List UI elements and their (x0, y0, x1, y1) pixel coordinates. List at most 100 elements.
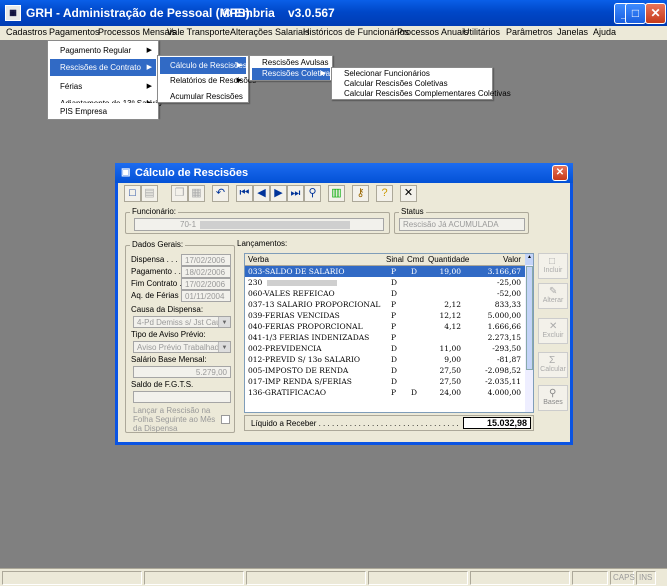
key-icon[interactable]: ⚷ (352, 185, 369, 202)
undo-icon[interactable]: ↶ (212, 185, 229, 202)
table-row[interactable]: 037-13 SALARIO PROPORCIONAL P 2,12 833,33 (245, 299, 525, 310)
cell-valor: -2.035,11 (485, 377, 521, 386)
cell-valor: 3.166,67 (487, 267, 521, 276)
causa-label: Causa da Dispensa: (131, 305, 204, 314)
alterar-button[interactable]: ✎ Alterar (538, 283, 568, 309)
copy-icon[interactable]: ❐ (171, 185, 188, 202)
lancar-checkbox[interactable] (221, 415, 230, 424)
cell-valor: 833,33 (494, 300, 521, 309)
cell-qtd: 27,50 (439, 377, 461, 386)
menu-item-rescisoes-contrato[interactable]: Rescisões de Contrato ▶ (50, 59, 156, 76)
menu-item-rescisoes-coletivas[interactable]: Rescisões Coletivas ▶ (252, 68, 334, 80)
menu-janelas[interactable]: Janelas (557, 27, 588, 37)
menu-item-calcular-complementares[interactable]: Calcular Rescisões Complementares Coleti… (334, 89, 511, 99)
menu-processos-anuais[interactable]: Processos Anuais (397, 27, 469, 37)
pagamento-field[interactable]: 18/02/2006 (181, 266, 231, 278)
scroll-thumb[interactable] (526, 266, 533, 370)
table-row[interactable]: 230 D -25,00 (245, 277, 525, 288)
col-cmd[interactable]: Cmd (407, 255, 424, 264)
table-row[interactable]: 136-GRATIFICACAO P D 24,00 4.000,00 (245, 387, 525, 398)
cell-cmd: D (411, 267, 418, 276)
new-icon[interactable]: □ (124, 185, 141, 202)
first-icon[interactable]: ⏮ (236, 185, 253, 202)
scroll-up-icon[interactable]: ▲ (525, 254, 533, 265)
cell-sinal: P (391, 300, 397, 309)
bases-button[interactable]: ⚲ Bases (538, 385, 568, 411)
menu-vale-transporte[interactable]: Vale Transporte (167, 27, 230, 37)
status-panel (246, 571, 366, 585)
menu-item-pis-empresa[interactable]: PIS Empresa (50, 103, 156, 120)
menu-item-selecionar-funcionarios[interactable]: Selecionar Funcionários (334, 69, 490, 79)
paste-icon[interactable]: ▦ (188, 185, 205, 202)
table-row[interactable]: 002-PREVIDENCIA D 11,00 -293,50 (245, 343, 525, 354)
status-panel (2, 571, 142, 585)
calculo-rescisoes-dialog: ▣ Cálculo de Rescisões ✕ □ ▤ ❐ ▦ ↶ ⏮ ◀ ▶… (115, 163, 573, 445)
causa-dropdown[interactable]: 4-Pd Demiss s/ Jst Causa ▼ (133, 316, 231, 328)
col-sinal[interactable]: Sinal (386, 255, 404, 264)
menu-pagamentos[interactable]: Pagamentos (49, 27, 100, 37)
fim-contrato-field[interactable]: 17/02/2006 (181, 278, 231, 290)
menu-cadastros[interactable]: Cadastros (6, 27, 47, 37)
excluir-button[interactable]: ✕ Excluir (538, 318, 568, 344)
fgts-field[interactable] (133, 391, 231, 403)
cell-verba: 136-GRATIFICACAO (248, 388, 327, 397)
status-bar: CAPS INS (0, 568, 667, 586)
cell-verba: 037-13 SALARIO PROPORCIONAL (248, 300, 381, 309)
lancamentos-label: Lançamentos: (235, 239, 290, 248)
col-valor[interactable]: Valor (503, 255, 521, 264)
menu-item-ferias[interactable]: Férias ▶ (50, 78, 156, 95)
calcular-button[interactable]: Σ Calcular (538, 352, 568, 378)
next-icon[interactable]: ▶ (270, 185, 287, 202)
menu-utilitarios[interactable]: Utilitários (463, 27, 500, 37)
find-icon[interactable]: ⚲ (304, 185, 321, 202)
table-row[interactable]: 039-FERIAS VENCIDAS P 12,12 5.000,00 (245, 310, 525, 321)
grh-app-icon[interactable]: ▦ (5, 5, 21, 21)
menu-ajuda[interactable]: Ajuda (593, 27, 616, 37)
table-row[interactable]: 017-IMP RENDA S/FERIAS D 27,50 -2.035,11 (245, 376, 525, 387)
new-icon: □ (549, 256, 556, 267)
menu-parametros[interactable]: Parâmetros (506, 27, 553, 37)
aq-ferias-field[interactable]: 01/11/2004 (181, 290, 231, 302)
salario-field[interactable]: 5.279,00 (133, 366, 231, 378)
maximize-button[interactable]: □ (625, 3, 646, 24)
cell-verba: 060-VALES REFEICAO (248, 289, 335, 298)
calculator-icon[interactable]: ▥ (328, 185, 345, 202)
table-row[interactable]: 012-PREVID S/ 13o SALARIO D 9,00 -81,87 (245, 354, 525, 365)
menu-alteracoes-salariais[interactable]: Alterações Salariais (230, 27, 310, 37)
menu-historicos[interactable]: Históricos de Funcionários (303, 27, 409, 37)
funcionario-field[interactable]: 70-1 (134, 218, 384, 231)
help-icon[interactable]: ? (376, 185, 393, 202)
menu-item-relatorios-rescisoes[interactable]: Relatórios de Rescisões ▶ (160, 72, 256, 89)
table-row[interactable]: 060-VALES REFEICAO D -52,00 (245, 288, 525, 299)
status-group: Status Rescisão Já ACUMULADA (394, 207, 529, 234)
cell-valor: -81,87 (496, 355, 521, 364)
save-icon[interactable]: ▤ (141, 185, 158, 202)
col-verba[interactable]: Verba (248, 255, 269, 264)
table-row[interactable]: 033-SALDO DE SALARIO P D 19,00 3.166,67 (245, 266, 525, 277)
grid-scrollbar[interactable]: ▲ (525, 254, 533, 412)
menu-item-rescisoes-avulsas[interactable]: Rescisões Avulsas (252, 57, 330, 68)
aviso-dropdown[interactable]: Aviso Prévio Trabalhado ▼ (133, 341, 231, 353)
dialog-close-button[interactable]: ✕ (552, 165, 568, 181)
cell-valor: -2.098,52 (485, 366, 521, 375)
cell-sinal: P (391, 388, 397, 397)
table-row[interactable]: 040-FERIAS PROPORCIONAL P 4,12 1.666,66 (245, 321, 525, 332)
prev-icon[interactable]: ◀ (253, 185, 270, 202)
close-button[interactable]: ✕ (645, 3, 666, 24)
cell-verba: 041-1/3 FERIAS INDENIZADAS (248, 333, 370, 342)
menu-item-calcular-coletivas[interactable]: Calcular Rescisões Coletivas (334, 79, 490, 89)
dados-gerais-label: Dados Gerais: (130, 240, 186, 249)
menu-processos-mensais[interactable]: Processos Mensais (98, 27, 176, 37)
table-row[interactable]: 041-1/3 FERIAS INDENIZADAS P 2.273,15 (245, 332, 525, 343)
dispensa-field[interactable]: 17/02/2006 (181, 254, 231, 266)
window-version: v3.0.567 (288, 6, 335, 20)
menu-item-pagamento-regular[interactable]: Pagamento Regular ▶ (50, 42, 156, 59)
status-panel (368, 571, 468, 585)
last-icon[interactable]: ⏭ (287, 185, 304, 202)
table-row[interactable]: 005-IMPOSTO DE RENDA D 27,50 -2.098,52 (245, 365, 525, 376)
col-quantidade[interactable]: Quantidade (428, 255, 469, 264)
chevron-down-icon: ▼ (218, 317, 230, 327)
menu-item-acumular-rescisoes[interactable]: Acumular Rescisões (160, 88, 246, 105)
cancel-icon[interactable]: ✕ (400, 185, 417, 202)
incluir-button[interactable]: □ Incluir (538, 253, 568, 279)
